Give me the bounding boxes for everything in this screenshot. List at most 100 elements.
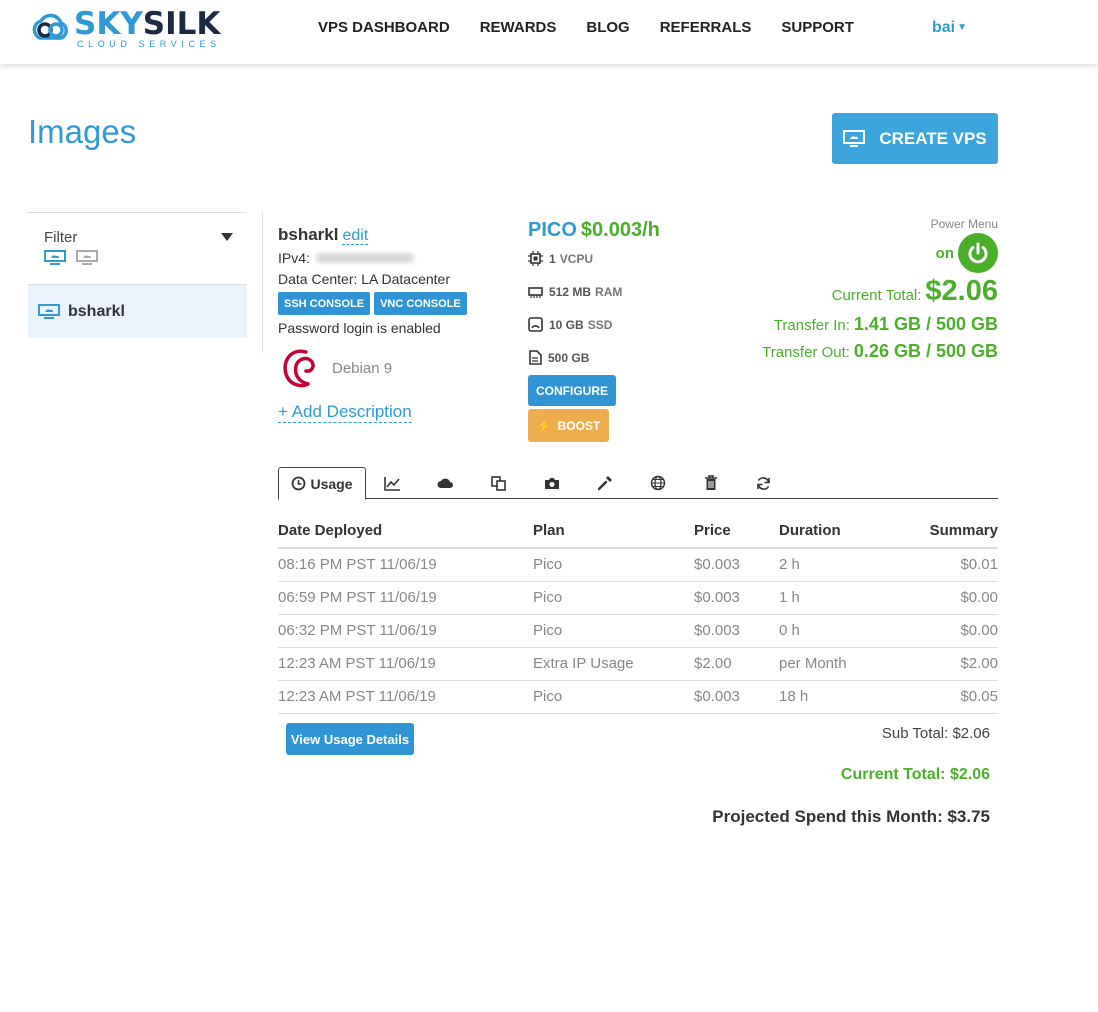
boost-label: BOOST bbox=[557, 418, 601, 433]
power-icon bbox=[968, 242, 988, 264]
ipv4-redacted bbox=[315, 253, 414, 263]
ram-icon bbox=[528, 286, 543, 298]
refresh-icon bbox=[757, 476, 770, 490]
top-navbar: SKYSILK CLOUD SERVICES VPS DASHBOARD REW… bbox=[0, 0, 1098, 64]
sidebar: Filter bsharkl bbox=[28, 212, 247, 338]
caret-down-icon: ▼ bbox=[957, 22, 968, 33]
tab-usage[interactable]: Usage bbox=[278, 467, 366, 500]
skysilk-logo[interactable]: SKYSILK CLOUD SERVICES bbox=[30, 8, 221, 50]
cell-date: 06:59 PM PST 11/06/19 bbox=[278, 581, 533, 615]
spec-cpu-value: 1 bbox=[549, 251, 556, 266]
divider bbox=[262, 212, 263, 353]
tab-backup[interactable] bbox=[419, 467, 472, 499]
user-menu[interactable]: bai ▼ bbox=[932, 19, 967, 37]
usage-table: Date Deployed Plan Price Duration Summar… bbox=[278, 514, 998, 714]
boost-button[interactable]: ⚡ BOOST bbox=[528, 409, 609, 442]
tab-usage-label: Usage bbox=[310, 475, 353, 492]
power-button[interactable] bbox=[958, 233, 998, 273]
transfer-out-value: 0.26 GB / 500 GB bbox=[853, 341, 998, 361]
col-price: Price bbox=[694, 514, 779, 549]
table-row: 06:59 PM PST 11/06/19 Pico $0.003 1 h $0… bbox=[278, 581, 998, 615]
cell-duration: 18 h bbox=[779, 680, 899, 714]
tab-graph[interactable] bbox=[366, 467, 419, 499]
cell-summary: $0.00 bbox=[899, 614, 998, 648]
tool-icon bbox=[597, 476, 612, 491]
cell-plan: Extra IP Usage bbox=[533, 647, 694, 681]
server-name: bsharkl bbox=[278, 225, 339, 244]
brand-tagline: CLOUD SERVICES bbox=[77, 39, 221, 49]
tab-clone[interactable] bbox=[472, 467, 525, 499]
edit-name-link[interactable]: edit bbox=[342, 227, 369, 245]
spec-ssd: 10 GB SSD bbox=[528, 308, 748, 341]
tab-delete[interactable] bbox=[684, 467, 737, 499]
datacenter: Data Center: LA Datacenter bbox=[278, 271, 450, 287]
main-nav: VPS DASHBOARD REWARDS BLOG REFERRALS SUP… bbox=[318, 19, 884, 36]
view-usage-details-button[interactable]: View Usage Details bbox=[286, 723, 414, 755]
brand-name-part2: SILK bbox=[142, 6, 221, 42]
cell-price: $0.003 bbox=[694, 548, 779, 582]
spec-bandwidth-value: 500 GB bbox=[548, 350, 590, 365]
cell-date: 12:23 AM PST 11/06/19 bbox=[278, 647, 533, 681]
nav-support[interactable]: SUPPORT bbox=[781, 19, 854, 36]
cell-price: $0.003 bbox=[694, 680, 779, 714]
filter-image-icon[interactable] bbox=[76, 250, 98, 266]
filter-panel[interactable]: Filter bbox=[28, 212, 247, 285]
server-info: bsharkl edit IPv4: Data Center: LA Datace… bbox=[278, 225, 518, 423]
filter-vps-icon[interactable] bbox=[44, 250, 66, 266]
cell-date: 06:32 PM PST 11/06/19 bbox=[278, 614, 533, 648]
ssd-icon bbox=[528, 317, 543, 332]
cloud-logo-icon bbox=[32, 13, 68, 40]
sidebar-item-bsharkl[interactable]: bsharkl bbox=[28, 285, 247, 338]
nav-blog[interactable]: BLOG bbox=[586, 19, 629, 36]
tab-rebuild[interactable] bbox=[737, 467, 790, 499]
status-panel: Power Menu on Current Total: $2.06 Transf… bbox=[762, 217, 998, 362]
cell-date: 08:16 PM PST 11/06/19 bbox=[278, 548, 533, 582]
ipv4-label: IPv4: bbox=[278, 250, 310, 266]
add-description-link[interactable]: + Add Description bbox=[278, 402, 412, 423]
clock-icon bbox=[292, 476, 306, 491]
monitor-icon bbox=[38, 303, 60, 319]
nav-vps-dashboard[interactable]: VPS DASHBOARD bbox=[318, 19, 450, 36]
vnc-console-button[interactable]: VNC CONSOLE bbox=[374, 292, 467, 315]
cell-price: $2.00 bbox=[694, 647, 779, 681]
cell-plan: Pico bbox=[533, 680, 694, 714]
tab-network[interactable] bbox=[631, 467, 684, 499]
configure-button[interactable]: CONFIGURE bbox=[528, 375, 616, 406]
copy-icon bbox=[491, 475, 506, 491]
spec-bandwidth: 500 GB bbox=[528, 341, 748, 374]
power-menu-label: Power Menu bbox=[930, 217, 998, 231]
nav-rewards[interactable]: REWARDS bbox=[480, 19, 557, 36]
transfer-in-label: Transfer In: bbox=[773, 317, 850, 334]
create-vps-label: CREATE VPS bbox=[879, 128, 987, 148]
current-total-label: Current Total: bbox=[831, 287, 922, 304]
bolt-icon: ⚡ bbox=[536, 418, 552, 433]
file-icon bbox=[529, 350, 542, 365]
cell-summary: $0.00 bbox=[899, 581, 998, 615]
spec-ssd-unit: SSD bbox=[587, 317, 613, 332]
debian-logo-icon bbox=[283, 349, 315, 388]
camera-icon bbox=[544, 477, 559, 489]
table-header-row: Date Deployed Plan Price Duration Summar… bbox=[278, 514, 998, 549]
sub-total: Sub Total: $2.06 bbox=[881, 725, 990, 742]
current-total-summary: Current Total: $2.06 bbox=[840, 766, 990, 783]
create-vps-button[interactable]: CREATE VPS bbox=[832, 113, 998, 164]
filter-caret-icon[interactable] bbox=[221, 233, 233, 241]
cell-plan: Pico bbox=[533, 614, 694, 648]
projected-spend: Projected Spend this Month: $3.75 bbox=[712, 807, 990, 826]
ssh-console-button[interactable]: SSH CONSOLE bbox=[278, 292, 371, 315]
plan-info: PICO $0.003/h 1 VCPU 512 MB RAM 10 GB SSD 50… bbox=[528, 219, 748, 442]
col-summary: Summary bbox=[899, 514, 998, 549]
brand-name-part1: SKY bbox=[74, 6, 143, 42]
spec-cpu-unit: VCPU bbox=[559, 251, 594, 266]
tab-snapshot[interactable] bbox=[525, 467, 578, 499]
password-note: Password login is enabled bbox=[278, 320, 441, 336]
detail-tabs: Usage bbox=[278, 467, 998, 500]
sidebar-item-label: bsharkl bbox=[68, 302, 125, 320]
tab-tools[interactable] bbox=[578, 467, 631, 499]
cell-duration: 2 h bbox=[779, 548, 899, 582]
cpu-icon bbox=[528, 251, 543, 266]
nav-referrals[interactable]: REFERRALS bbox=[660, 19, 752, 36]
table-row: 08:16 PM PST 11/06/19 Pico $0.003 2 h $0… bbox=[278, 548, 998, 582]
globe-icon bbox=[650, 475, 665, 491]
table-row: 06:32 PM PST 11/06/19 Pico $0.003 0 h $0… bbox=[278, 614, 998, 648]
